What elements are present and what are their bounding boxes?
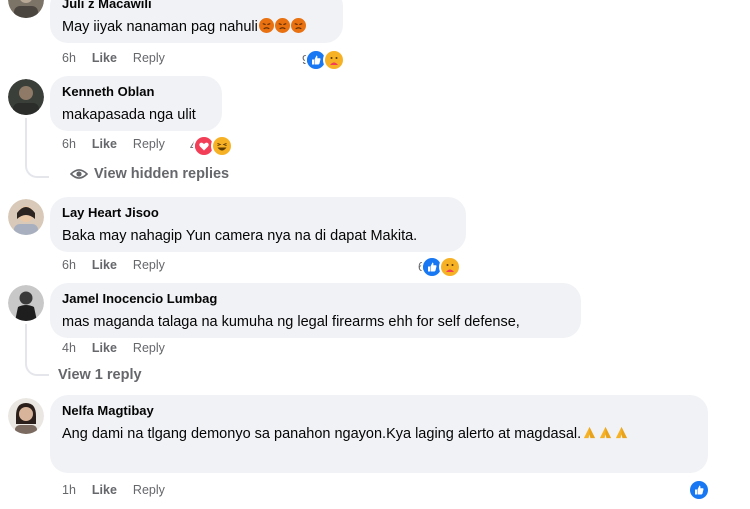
reply-button[interactable]: Reply [133, 483, 165, 497]
comment-text-content: Ang dami na tlgang demonyo sa panahon ng… [62, 426, 582, 442]
avatar[interactable] [8, 398, 44, 434]
avatar[interactable] [8, 79, 44, 115]
comment-author[interactable]: Juli z Macawili [62, 0, 331, 12]
comment-bubble: Nelfa Magtibay Ang dami na tlgang demony… [50, 395, 708, 473]
folded-hands-emoji [582, 425, 597, 440]
comment-text: Baka may nahagip Yun camera nya na di da… [62, 228, 418, 244]
avatar[interactable] [8, 285, 44, 321]
reply-button[interactable]: Reply [133, 258, 165, 272]
avatar[interactable] [8, 0, 44, 18]
comment-text: makapasada nga ulit [62, 107, 196, 123]
view-replies-label: View 1 reply [58, 367, 142, 383]
care-reaction-icon [322, 49, 345, 71]
reaction-summary[interactable]: 4 [190, 135, 233, 157]
view-replies-link[interactable]: View 1 reply [58, 367, 142, 383]
avatar[interactable] [8, 199, 44, 235]
comment-author[interactable]: Nelfa Magtibay [62, 403, 696, 419]
comment-bubble: Jamel Inocencio Lumbag mas maganda talag… [50, 283, 581, 338]
comment-timestamp[interactable]: 6h [62, 258, 76, 272]
comment-actions: 6h Like Reply [62, 137, 165, 151]
comment-timestamp[interactable]: 6h [62, 137, 76, 151]
care-reaction-icon [438, 256, 461, 278]
reply-button[interactable]: Reply [133, 137, 165, 151]
thread-line [25, 118, 27, 166]
view-hidden-replies-link[interactable]: View hidden replies [69, 166, 230, 182]
comment-text: May iiyak nanaman pag nahuli [62, 18, 331, 37]
comment-actions: 6h Like Reply [62, 51, 165, 65]
view-hidden-replies-label: View hidden replies [94, 166, 230, 182]
reaction-summary[interactable] [686, 479, 710, 501]
like-button[interactable]: Like [92, 258, 117, 272]
comment-actions: 1h Like Reply [62, 483, 165, 497]
folded-hands-emoji [614, 425, 629, 440]
angry-face-emoji [258, 18, 274, 33]
like-button[interactable]: Like [92, 483, 117, 497]
like-reaction-icon [688, 479, 710, 501]
comment-text: mas maganda talaga na kumuha ng legal fi… [62, 314, 520, 330]
comment-author[interactable]: Lay Heart Jisoo [62, 205, 454, 221]
like-button[interactable]: Like [92, 341, 117, 355]
like-button[interactable]: Like [92, 51, 117, 65]
comment-author[interactable]: Jamel Inocencio Lumbag [62, 291, 569, 307]
comment-timestamp[interactable]: 4h [62, 341, 76, 355]
comment-bubble: Juli z Macawili May iiyak nanaman pag na… [50, 0, 343, 43]
comment-timestamp[interactable]: 6h [62, 51, 76, 65]
reply-button[interactable]: Reply [133, 51, 165, 65]
comment-author[interactable]: Kenneth Oblan [62, 84, 210, 100]
angry-face-emoji [274, 18, 290, 33]
comment-timestamp[interactable]: 1h [62, 483, 76, 497]
comment-text-content: May iiyak nanaman pag nahuli [62, 19, 258, 35]
comment-text: Ang dami na tlgang demonyo sa panahon ng… [62, 425, 692, 444]
comment-actions: 4h Like Reply [62, 341, 165, 355]
haha-reaction-icon [210, 135, 233, 157]
like-button[interactable]: Like [92, 137, 117, 151]
angry-face-emoji [290, 18, 306, 33]
folded-hands-emoji [598, 425, 613, 440]
comment-actions: 6h Like Reply [62, 258, 165, 272]
comment-bubble: Lay Heart Jisoo Baka may nahagip Yun cam… [50, 197, 466, 252]
reaction-summary[interactable]: 9 [302, 49, 345, 71]
thread-connector [25, 358, 49, 376]
thread-connector [25, 160, 49, 178]
eye-icon [69, 167, 89, 181]
comment-bubble: Kenneth Oblan makapasada nga ulit [50, 76, 222, 131]
reply-button[interactable]: Reply [133, 341, 165, 355]
reaction-summary[interactable]: 6 [418, 256, 461, 278]
